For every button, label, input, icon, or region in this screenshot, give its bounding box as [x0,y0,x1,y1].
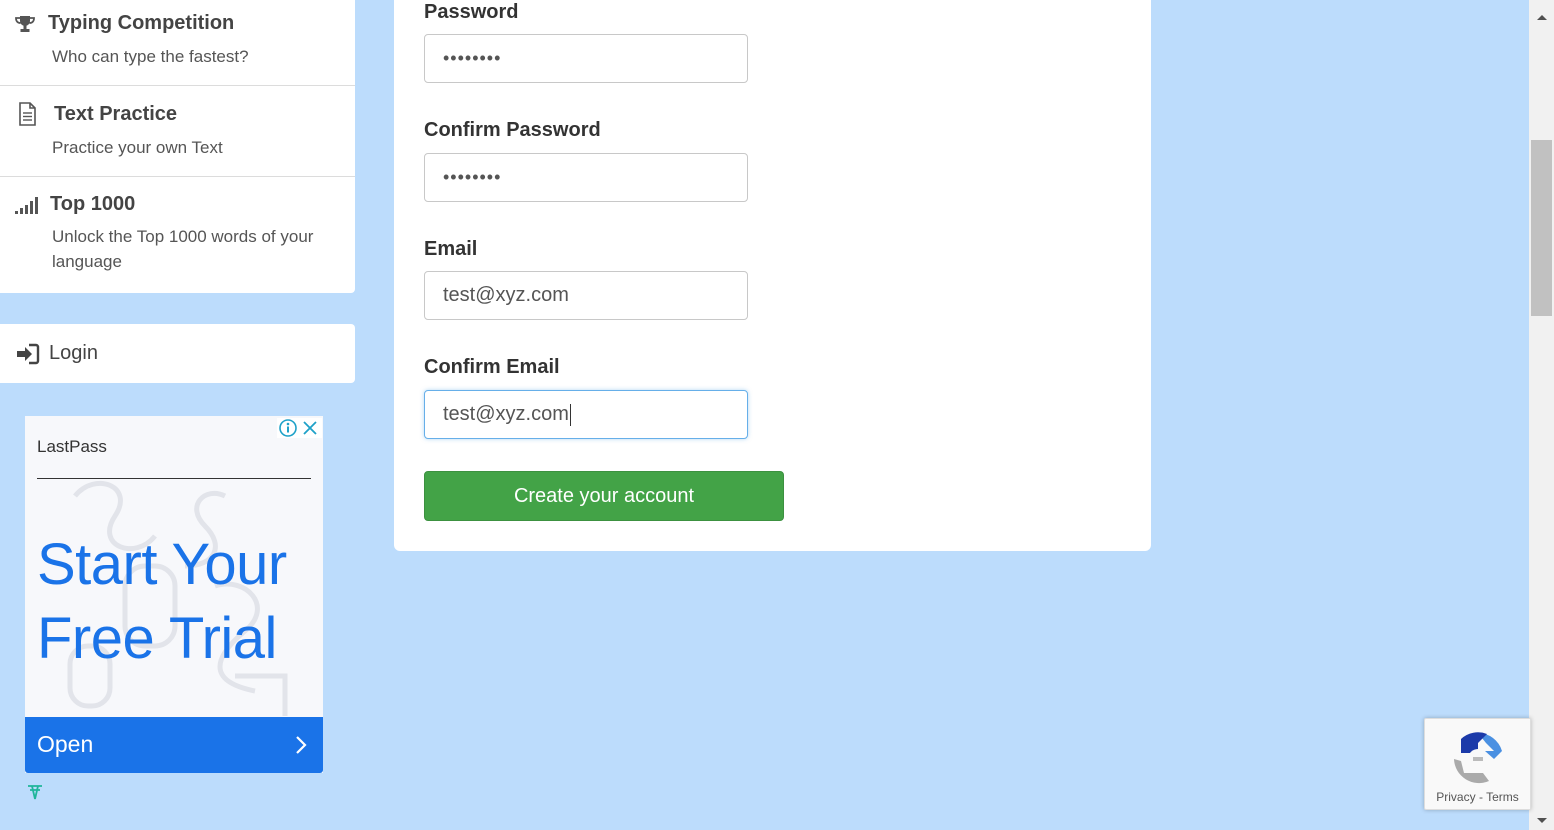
document-icon [14,102,44,126]
recaptcha-badge[interactable]: Privacy - Terms [1424,718,1531,810]
nav-item-text-practice[interactable]: Text Practice Practice your own Text [0,86,355,176]
confirm-email-label: Confirm Email [424,356,560,378]
nav-panel: Typing Competition Who can type the fast… [0,0,355,293]
nav-item-desc: Unlock the Top 1000 words of your langua… [52,227,314,271]
password-field[interactable]: •••••••• [424,34,748,83]
nav-item-title: Text Practice [54,102,178,125]
password-label: Password [424,1,519,23]
sign-in-icon [16,343,40,370]
ad-headline: Start Your Free Trial [37,532,287,671]
trophy-icon [14,14,38,34]
text-caret [569,403,571,426]
create-account-button[interactable]: Create your account [424,471,784,521]
info-icon[interactable] [277,418,299,438]
scroll-up-arrow-icon[interactable] [1535,8,1549,26]
privacy-link[interactable]: Privacy [1436,790,1475,804]
scroll-down-arrow-icon[interactable] [1535,812,1549,830]
nav-item-title: Top 1000 [50,193,136,215]
separator: - [1475,790,1487,804]
login-link[interactable]: Login [0,324,355,383]
chevron-right-icon [295,735,307,760]
nav-item-typing-competition[interactable]: Typing Competition Who can type the fast… [0,0,355,84]
ad-open-button[interactable]: Open [25,717,323,773]
login-label: Login [49,342,98,364]
scrollbar[interactable] [1529,0,1554,830]
freestar-logo-icon [27,784,43,805]
confirm-email-field[interactable]: test@xyz.com [424,390,748,439]
divider [37,478,311,479]
advertisement[interactable]: LastPass Start Your Free Trial Open [25,416,323,773]
recaptcha-links: Privacy - Terms [1425,790,1530,804]
signal-bars-icon [14,195,40,215]
nav-item-desc: Practice your own Text [52,138,223,157]
confirm-password-field[interactable]: •••••••• [424,153,748,202]
ad-choices [277,418,322,438]
ad-brand: LastPass [37,437,107,456]
recaptcha-logo-icon [1449,729,1507,792]
nav-item-title: Typing Competition [48,12,235,34]
confirm-email-value: test@xyz.com [443,403,569,425]
nav-item-desc: Who can type the fastest? [52,47,249,66]
close-icon[interactable] [299,418,321,438]
email-field[interactable]: test@xyz.com [424,271,748,320]
terms-link[interactable]: Terms [1486,790,1519,804]
ad-open-label: Open [37,731,94,757]
confirm-password-label: Confirm Password [424,119,601,141]
scrollbar-thumb[interactable] [1531,140,1552,316]
email-label: Email [424,238,478,260]
nav-item-top-1000[interactable]: Top 1000 Unlock the Top 1000 words of yo… [0,177,355,292]
